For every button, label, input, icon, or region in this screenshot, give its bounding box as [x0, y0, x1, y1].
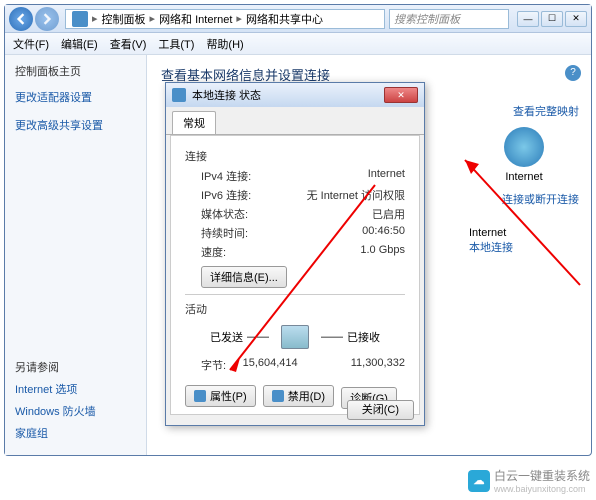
sidebar-internet-options[interactable]: Internet 选项 [15, 381, 136, 397]
sent-label: 已发送 [193, 329, 243, 345]
titlebar: ▸ 控制面板 ▸ 网络和 Internet ▸ 网络和共享中心 搜索控制面板 —… [5, 5, 591, 33]
shield-icon [194, 390, 206, 402]
window-controls: — ☐ ✕ [515, 11, 587, 27]
minimize-button[interactable]: — [517, 11, 539, 27]
menu-edit[interactable]: 编辑(E) [61, 36, 98, 52]
dialog-close-footer[interactable]: 关闭(C) [347, 400, 414, 420]
shield-icon [272, 390, 284, 402]
sidebar-seealso: 另请参阅 [15, 359, 136, 375]
sidebar-firewall[interactable]: Windows 防火墙 [15, 403, 136, 419]
right-panel: 查看完整映射 Internet 连接或断开连接 Internet 本地连接 [469, 95, 579, 255]
duration-value: 00:46:50 [362, 225, 405, 241]
sidebar-change-adapter[interactable]: 更改适配器设置 [15, 89, 136, 105]
dialog-close-button[interactable]: ✕ [384, 87, 418, 103]
maximize-button[interactable]: ☐ [541, 11, 563, 27]
close-button[interactable]: ✕ [565, 11, 587, 27]
search-input[interactable]: 搜索控制面板 [389, 9, 509, 29]
duration-label: 持续时间: [201, 225, 248, 241]
dialog-titlebar[interactable]: 本地连接 状态 ✕ [166, 83, 424, 107]
dialog-body: 连接 IPv4 连接: Internet IPv6 连接: 无 Internet 访… [170, 135, 420, 415]
sidebar-advanced-sharing[interactable]: 更改高级共享设置 [15, 117, 136, 133]
ipv6-value: 无 Internet 访问权限 [307, 187, 405, 203]
menu-view[interactable]: 查看(V) [110, 36, 147, 52]
menubar: 文件(F) 编辑(E) 查看(V) 工具(T) 帮助(H) [5, 33, 591, 55]
watermark: ☁ 白云一键重装系统 www.baiyunxitong.com [468, 467, 590, 494]
menu-help[interactable]: 帮助(H) [206, 36, 243, 52]
back-button[interactable] [9, 7, 33, 31]
section-connection: 连接 [185, 148, 405, 164]
media-value: 已启用 [372, 206, 405, 222]
bytes-sent: 15,604,414 [243, 357, 298, 373]
media-label: 媒体状态: [201, 206, 248, 222]
link-local-connection[interactable]: 本地连接 [469, 242, 513, 254]
internet-label: Internet [469, 171, 579, 183]
menu-tools[interactable]: 工具(T) [158, 36, 194, 52]
internet-globe-icon [504, 127, 544, 167]
watermark-url: www.baiyunxitong.com [494, 484, 590, 494]
watermark-brand: 白云一键重装系统 [494, 467, 590, 484]
details-button[interactable]: 详细信息(E)... [201, 266, 287, 288]
watermark-logo-icon: ☁ [468, 470, 490, 492]
activity-graphic: 已发送 —— —— 已接收 [185, 325, 405, 349]
breadcrumb[interactable]: ▸ 控制面板 ▸ 网络和 Internet ▸ 网络和共享中心 [65, 9, 385, 29]
link-connect-disconnect[interactable]: 连接或断开连接 [469, 191, 579, 207]
connection-status-dialog: 本地连接 状态 ✕ 常规 连接 IPv4 连接: Internet IPv6 连接… [165, 82, 425, 426]
tab-general[interactable]: 常规 [172, 111, 216, 134]
link-full-map[interactable]: 查看完整映射 [469, 103, 579, 119]
network-name: Internet [469, 227, 579, 239]
control-panel-icon [72, 11, 88, 27]
network-icon [172, 88, 186, 102]
active-network: Internet 本地连接 [469, 227, 579, 255]
help-icon[interactable]: ? [565, 65, 581, 81]
sidebar: 控制面板主页 更改适配器设置 更改高级共享设置 另请参阅 Internet 选项… [5, 55, 147, 455]
crumb-network-internet[interactable]: 网络和 Internet [159, 11, 232, 27]
ipv4-label: IPv4 连接: [201, 168, 251, 184]
bytes-label: 字节: [201, 357, 226, 373]
ipv6-label: IPv6 连接: [201, 187, 251, 203]
section-activity: 活动 [185, 301, 405, 317]
speed-value: 1.0 Gbps [360, 244, 405, 260]
crumb-control-panel[interactable]: 控制面板 [102, 11, 146, 27]
disable-button[interactable]: 禁用(D) [263, 385, 334, 407]
forward-button[interactable] [35, 7, 59, 31]
dialog-tabs: 常规 [166, 107, 424, 135]
properties-button[interactable]: 属性(P) [185, 385, 256, 407]
dialog-title: 本地连接 状态 [192, 87, 261, 103]
speed-label: 速度: [201, 244, 226, 260]
sidebar-home[interactable]: 控制面板主页 [15, 63, 136, 79]
bytes-recv: 11,300,332 [351, 357, 405, 373]
crumb-sharing-center[interactable]: 网络和共享中心 [246, 11, 323, 27]
recv-label: 已接收 [347, 329, 397, 345]
ipv4-value: Internet [368, 168, 405, 184]
computer-icon [281, 325, 309, 349]
menu-file[interactable]: 文件(F) [13, 36, 49, 52]
sidebar-homegroup[interactable]: 家庭组 [15, 425, 136, 441]
